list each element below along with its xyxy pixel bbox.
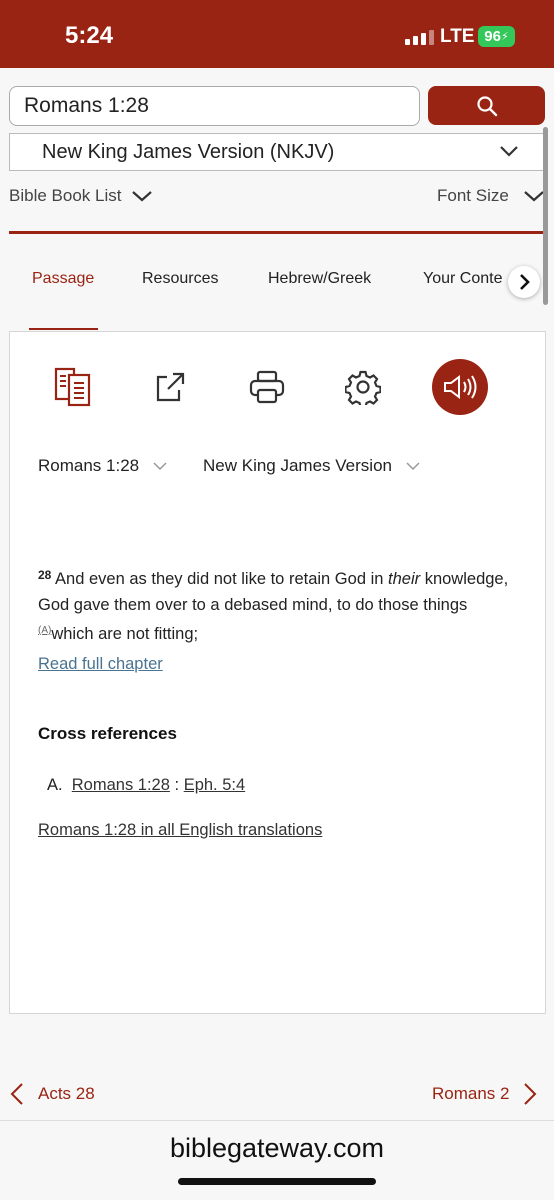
cross-reference-target-link[interactable]: Eph. 5:4 [184,776,245,794]
next-chapter-label: Romans 2 [432,1084,510,1103]
tab-your-content[interactable]: Your Conte [423,270,502,288]
chevron-down-icon [153,461,167,470]
all-translations-link[interactable]: Romans 1:28 in all English translations [38,821,322,840]
chevron-down-icon [406,461,420,470]
font-size-label: Font Size [437,186,509,205]
version-select[interactable]: New King James Version (NKJV) [9,133,544,171]
version-select-value: New King James Version (NKJV) [42,140,335,163]
chevron-down-icon [500,146,518,157]
tabs-next-button[interactable] [508,266,540,298]
print-icon [249,370,285,404]
cross-reference-source-link[interactable]: Romans 1:28 [72,776,170,794]
battery-level: 96 [484,28,501,45]
verse-text-part: which are not fitting; [51,625,199,643]
battery-icon: 96 ⚡ [478,26,515,47]
divider [9,231,544,234]
bible-book-list-toggle[interactable]: Bible Book List [9,186,153,206]
settings-icon [345,370,381,405]
audio-icon [444,375,477,399]
previous-chapter-link[interactable]: Acts 28 [10,1082,95,1106]
settings-button[interactable] [344,368,382,406]
chevron-right-icon [524,1083,537,1105]
chevron-right-icon [520,274,530,290]
parallel-icon [54,367,91,407]
font-size-toggle[interactable]: Font Size [437,186,545,206]
passage-reference-label: Romans 1:28 [38,456,140,475]
verse-number: 28 [38,568,52,582]
print-button[interactable] [248,369,286,405]
cross-reference-letter: A. [47,776,63,794]
signal-icon [405,29,434,45]
bible-book-list-label: Bible Book List [9,186,122,205]
parallel-button[interactable] [53,366,93,408]
search-input[interactable] [9,86,420,126]
tab-bar: Passage Resources Hebrew/Greek Your Cont… [0,262,554,302]
cross-references-title: Cross references [38,724,177,743]
share-icon [156,372,185,402]
verse-italic-word: their [388,570,421,588]
home-indicator[interactable] [178,1178,376,1185]
read-full-chapter-link[interactable]: Read full chapter [38,655,163,674]
site-domain[interactable]: biblegateway.com [0,1133,554,1164]
passage-version-select[interactable]: New King James Version [203,456,420,476]
tab-hebrew-greek[interactable]: Hebrew/Greek [268,270,371,288]
chevron-down-icon [132,191,153,202]
passage-reference-select[interactable]: Romans 1:28 [38,456,167,476]
search-icon [476,95,497,116]
chevron-down-icon [524,191,544,202]
active-tab-indicator [29,328,98,330]
audio-button[interactable] [432,359,488,415]
cross-reference-separator: : [174,776,180,794]
verse-text: 28 And even as they did not like to reta… [38,562,518,647]
status-time: 5:24 [65,22,114,49]
tab-passage[interactable]: Passage [32,270,94,288]
next-chapter-link[interactable]: Romans 2 [432,1082,537,1106]
share-button[interactable] [152,369,188,405]
search-button[interactable] [428,86,545,125]
status-bar: 5:24 LTE 96 ⚡ [0,0,554,68]
cross-reference-marker[interactable]: (A) [38,625,51,636]
cross-reference-item: A. Romans 1:28 : Eph. 5:4 [47,776,245,795]
passage-version-label: New King James Version [203,456,392,475]
previous-chapter-label: Acts 28 [38,1084,95,1103]
chevron-left-icon [10,1083,23,1105]
tab-resources[interactable]: Resources [142,270,218,288]
verse-text-part: And even as they did not like to retain … [55,570,389,588]
network-label: LTE [440,26,475,47]
